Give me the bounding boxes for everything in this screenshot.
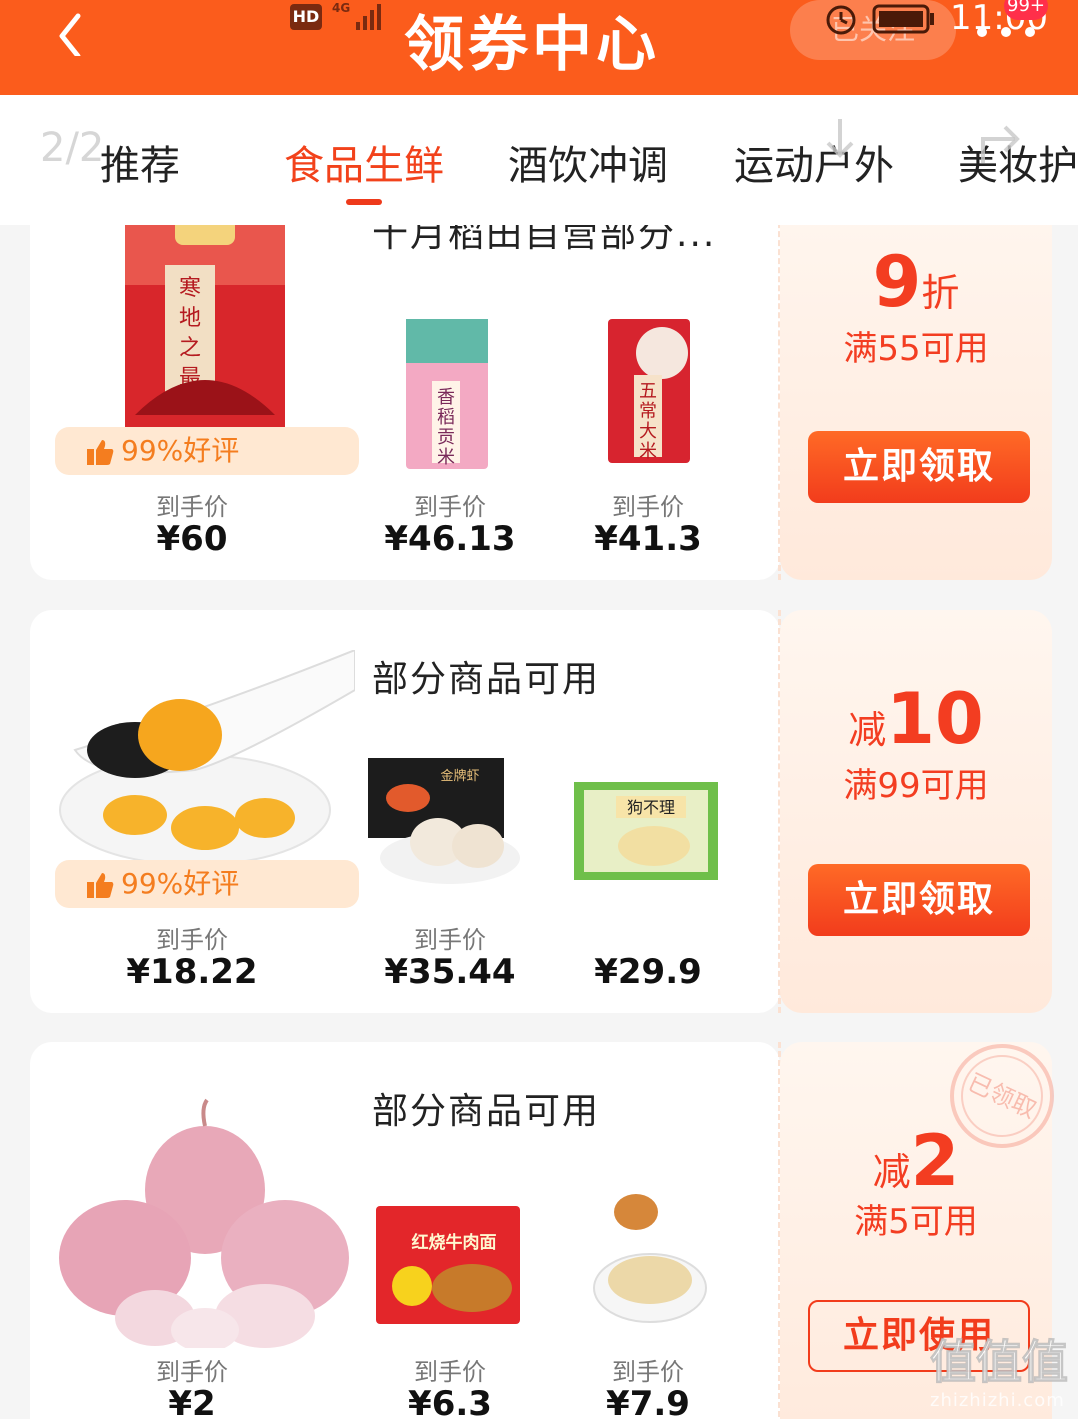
coupon-condition: 满55可用 (843, 329, 989, 369)
thumbs-up-icon (87, 873, 114, 898)
tab-drinks[interactable]: 酒饮冲调 (508, 133, 668, 191)
coupon-card: 部分商品可用 99%好评 到手价 ¥18.22 金牌虾 到手价 ¥35.44 狗… (30, 610, 1052, 1013)
download-icon (826, 119, 854, 158)
active-tab-indicator (346, 199, 382, 205)
tab-food-fresh[interactable]: 食品生鲜 (284, 133, 444, 191)
price-label: 到手价 (612, 1358, 684, 1386)
coupon-products-panel[interactable]: 部分商品可用 到手价 ¥2 红烧牛肉面 到手价 ¥6.3 到手价 ¥7.9 (30, 1042, 780, 1419)
page-title: 领券中心 (404, 10, 660, 80)
price-label: 到手价 (156, 493, 228, 521)
price: ¥46.13 (384, 519, 516, 559)
rice-bag-red-image[interactable]: 五 常 大 米 (604, 319, 694, 467)
coupon-condition: 满99可用 (843, 766, 989, 806)
price-label: 到手价 (414, 1358, 486, 1386)
coupon-products-panel[interactable]: 十月稻田自营部分... 寒 地 之 最 99%好评 到手价 ¥60 香 稻 贡 … (30, 225, 780, 580)
price: ¥35.44 (384, 952, 516, 992)
header-bar: HD 4G 领券中心 已关注 11:00 99+ (0, 0, 1078, 95)
garlic-image[interactable] (55, 1098, 355, 1348)
claim-coupon-button[interactable]: 立即领取 (808, 864, 1030, 936)
rating-badge: 99%好评 (55, 427, 359, 475)
package-char-3: 之 (179, 336, 201, 361)
package-char-12: 米 (639, 441, 657, 462)
rating-badge: 99%好评 (55, 860, 359, 908)
rice-bag-image[interactable]: 寒 地 之 最 (55, 225, 355, 435)
package-text: 狗不理 (627, 798, 675, 817)
watermark-text: 值值值 (930, 1335, 1068, 1389)
shrimp-dumplings-image[interactable]: 金牌虾 (368, 758, 530, 888)
thumbs-up-icon (87, 440, 114, 465)
coupon-card: 部分商品可用 到手价 ¥2 红烧牛肉面 到手价 ¥6.3 到手价 ¥7.9 已领… (30, 1042, 1054, 1419)
price: ¥7.9 (606, 1384, 690, 1419)
coupon-title: 十月稻田自营部分... (372, 225, 717, 255)
tab-recommend[interactable]: 推荐 (100, 133, 180, 191)
network-4g-label: 4G (332, 1, 350, 15)
network-hd-indicator: HD (290, 4, 322, 30)
back-arrow-icon[interactable] (48, 8, 96, 56)
rating-text: 99%好评 (121, 434, 240, 467)
price: ¥41.3 (594, 519, 702, 559)
package-text: 红烧牛肉面 (412, 1232, 497, 1253)
bamboo-shoots-snack-image[interactable] (590, 1188, 708, 1328)
package-char-7: 贡 (437, 427, 455, 448)
category-tabs: 推荐 食品生鲜 酒饮冲调 运动户外 美妆护 2/2 (0, 95, 1078, 225)
coupon-title: 部分商品可用 (372, 659, 601, 700)
watermark-url: zhizhizhi.com (930, 1390, 1065, 1411)
battery-icon (872, 4, 934, 34)
package-text: 金牌虾 (440, 768, 479, 784)
coupon-condition: 满5可用 (854, 1202, 978, 1242)
package-char-8: 米 (437, 447, 455, 468)
rice-bag-pink-image[interactable]: 香 稻 贡 米 (402, 319, 492, 473)
price: ¥29.9 (594, 952, 702, 992)
package-char-5: 香 (437, 387, 455, 408)
coupon-card: 十月稻田自营部分... 寒 地 之 最 99%好评 到手价 ¥60 香 稻 贡 … (30, 225, 1052, 580)
price-label: 到手价 (156, 1358, 228, 1386)
package-char-11: 大 (639, 421, 657, 442)
price: ¥60 (156, 519, 228, 559)
coupon-title: 部分商品可用 (372, 1091, 601, 1132)
notification-badge: 99+ (1004, 0, 1048, 20)
braised-beef-noodles-image[interactable]: 红烧牛肉面 (376, 1206, 522, 1326)
coupon-offer-panel: 减10 满99可用 立即领取 (780, 610, 1052, 1013)
package-char-1: 寒 (179, 276, 201, 301)
price-label: 到手价 (414, 926, 486, 954)
share-icon (981, 125, 1020, 163)
discount-value: 9折 (872, 241, 960, 323)
price-label: 到手价 (156, 926, 228, 954)
package-char-10: 常 (639, 401, 657, 422)
package-char-2: 地 (179, 306, 201, 331)
price-label: 到手价 (414, 493, 486, 521)
alarm-icon (826, 5, 856, 35)
signal-4g-icon: 4G (332, 1, 381, 30)
package-char-6: 稻 (437, 407, 455, 428)
watermark-logo: 值值值 (930, 1335, 1069, 1390)
price-label: 到手价 (612, 493, 684, 521)
discount-value: 减2 (872, 1120, 960, 1202)
price: ¥2 (168, 1384, 216, 1419)
claim-coupon-button[interactable]: 立即领取 (808, 431, 1030, 503)
coupon-list[interactable]: 十月稻田自营部分... 寒 地 之 最 99%好评 到手价 ¥60 香 稻 贡 … (0, 225, 1078, 1419)
price: ¥6.3 (408, 1384, 492, 1419)
coupon-products-panel[interactable]: 部分商品可用 99%好评 到手价 ¥18.22 金牌虾 到手价 ¥35.44 狗… (30, 610, 780, 1013)
more-dots-icon[interactable] (976, 26, 1040, 38)
goubuli-buns-image[interactable]: 狗不理 (574, 782, 720, 882)
price: ¥18.22 (126, 952, 258, 992)
rating-text: 99%好评 (121, 867, 240, 900)
discount-value: 减10 (848, 678, 984, 760)
tab-sports-outdoor[interactable]: 运动户外 (734, 133, 894, 191)
package-char-9: 五 (639, 381, 657, 402)
claimed-stamp-text: 已领取 (963, 1068, 1040, 1124)
sweet-dumplings-image[interactable] (55, 650, 355, 870)
coupon-offer-panel: 9折 满55可用 立即领取 (780, 225, 1052, 580)
page-indicator: 2/2 (40, 125, 105, 171)
